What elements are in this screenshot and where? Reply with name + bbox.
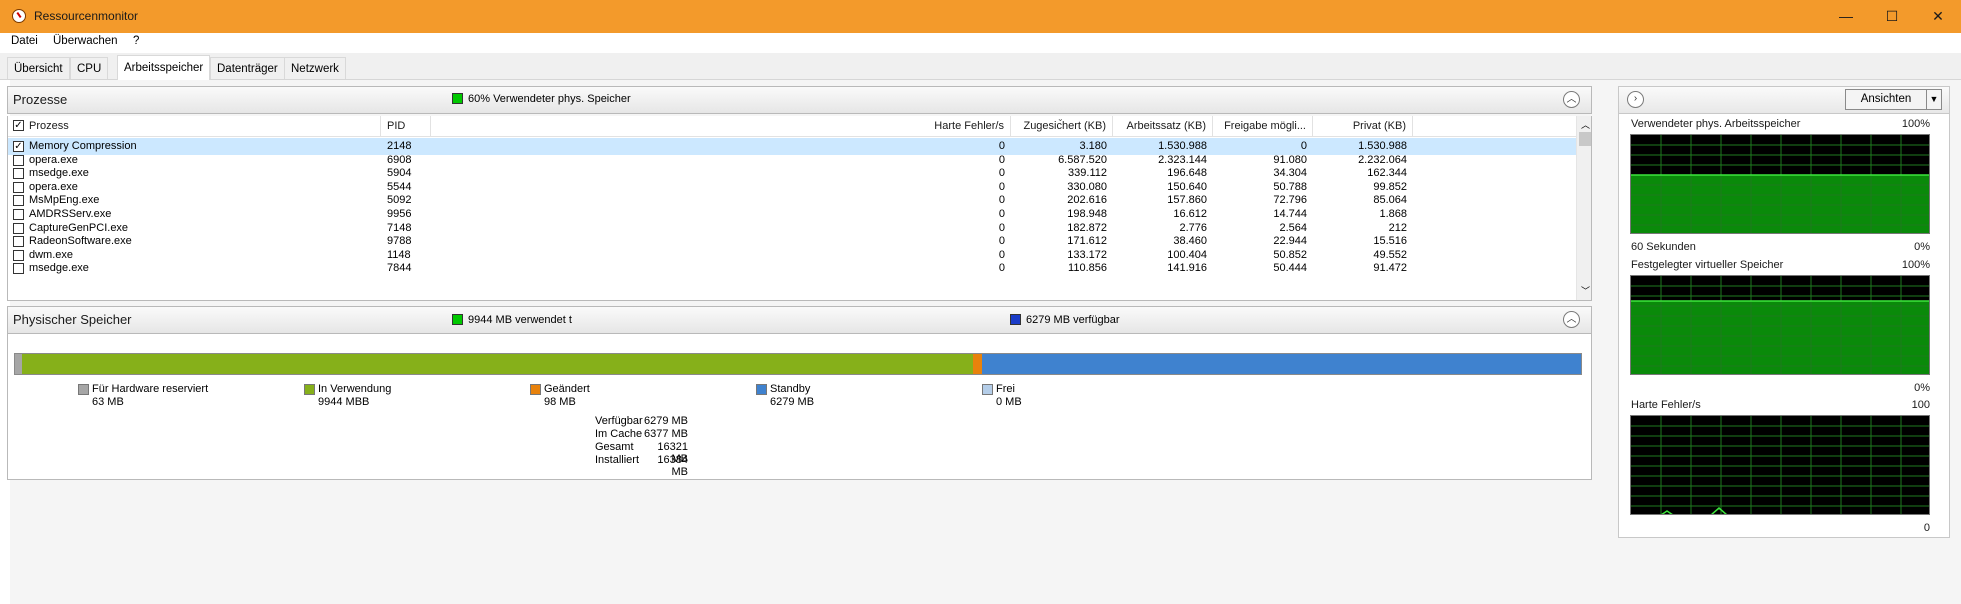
used-swatch [452,314,463,325]
resource-monitor-icon [12,9,26,23]
available-swatch [1010,314,1021,325]
window-title: Ressourcenmonitor [34,9,139,23]
process-shareable: 50.444 [1273,262,1307,275]
tab-disk[interactable]: Datenträger [210,57,285,79]
stat-label: Verfügbar [595,415,643,427]
views-button[interactable]: Ansichten [1845,89,1927,110]
col-shareable[interactable]: Freigabe mögli... [1213,116,1313,137]
table-row[interactable]: msedge.exe 7844 0 110.856 141.916 50.444 91.47… [8,260,1576,277]
graph-canvas [1630,275,1930,375]
graph-min: 0 [1923,522,1930,534]
legend-value: 9944 MBB [318,396,370,408]
graph-svg [1631,276,1929,374]
legend-label: Für Hardware reserviert [92,383,209,395]
legend-label: Standby [770,383,811,395]
expand-graphs-icon[interactable]: › [1627,91,1644,108]
process-commit: 110.856 [1068,262,1107,275]
col-private[interactable]: Privat (KB) [1313,116,1413,137]
graph-svg [1631,135,1929,233]
stat-label: Installiert [595,454,640,466]
maximize-button[interactable]: ☐ [1869,0,1915,33]
title-bar [0,0,1961,33]
tab-overview[interactable]: Übersicht [7,57,70,79]
graph-title: Harte Fehler/s [1631,399,1701,411]
process-scrollbar[interactable]: ︿ ﹀ [1576,116,1591,300]
stat-label: Gesamt [595,441,634,453]
tab-memory[interactable]: Arbeitsspeicher [117,55,211,80]
process-name: msedge.exe [29,262,89,275]
graph-max: 100% [1901,118,1930,130]
scroll-up-icon[interactable]: ︿ [1581,118,1590,131]
graph-svg [1631,416,1929,514]
tab-cpu[interactable]: CPU [70,57,109,79]
memory-bar [14,353,1582,375]
processes-header[interactable] [7,86,1592,114]
collapse-physical-button[interactable]: ︿ [1563,311,1580,328]
processes-title: Prozesse [13,92,68,107]
col-working-set[interactable]: Arbeitssatz (KB) [1113,116,1213,137]
collapse-processes-button[interactable]: ︿ [1563,91,1580,108]
legend-label: Geändert [544,383,590,395]
available-summary: 6279 MB verfügbar [1026,314,1120,326]
menu-monitor[interactable]: Überwachen [53,35,118,47]
scroll-thumb[interactable] [1579,132,1591,146]
minimize-button[interactable]: — [1823,0,1869,33]
process-private: 91.472 [1373,262,1407,275]
col-hard-faults[interactable]: Harte Fehler/s [911,116,1011,137]
physical-memory-header[interactable] [7,306,1592,334]
legend-value: 0 MB [996,396,1022,408]
memory-bar-inuse [22,354,973,374]
physical-memory-title: Physischer Speicher [13,312,132,327]
legend-swatch [304,384,315,395]
memory-bar-hardware [15,354,23,374]
legend-label: In Verwendung [318,383,392,395]
menu-bar [0,33,1961,53]
close-button[interactable]: ✕ [1915,0,1961,33]
processes-summary: 60% Verwendeter phys. Speicher [468,93,631,105]
scroll-down-icon[interactable]: ﹀ [1581,284,1590,297]
process-hard-faults: 0 [998,262,1005,275]
used-memory-swatch [452,93,463,104]
memory-bar-standby [981,354,1581,374]
menu-help[interactable]: ? [133,35,139,47]
legend-value: 63 MB [92,396,124,408]
views-dropdown-icon[interactable]: ▼ [1926,89,1942,110]
legend-swatch [756,384,767,395]
legend-swatch [78,384,89,395]
graph-min: 0% [1914,241,1930,253]
legend-value: 98 MB [544,396,576,408]
graph-max: 100 [1911,399,1930,411]
process-pid: 7844 [387,262,412,275]
legend-swatch [530,384,541,395]
col-process[interactable]: Prozess [23,116,381,137]
tab-network[interactable]: Netzwerk [284,57,346,79]
stat-value: 16384 MB [657,454,688,478]
stat-value: 6279 MB [643,415,688,427]
process-working-set: 141.916 [1167,262,1207,275]
col-pid[interactable]: PID [381,116,431,137]
legend-value: 6279 MB [770,396,815,408]
graph-title: Festgelegter virtueller Speicher [1631,259,1784,271]
graph-canvas [1630,415,1930,515]
legend-swatch [982,384,993,395]
used-summary: 9944 MB verwendet t [468,314,572,326]
physical-memory-panel: Für Hardware reserviert 63 MB In Verwendun… [7,334,1592,480]
graph-title: Verwendeter phys. Arbeitsspeicher [1631,118,1801,130]
graph-max: 100% [1901,259,1930,271]
memory-bar-modified [972,354,982,374]
processes-table: ✓ Prozess PID Harte Fehler/s Zugesichert… [7,116,1592,301]
graph-min: 0% [1914,382,1930,394]
graph-canvas [1630,134,1930,234]
sort-arrow-icon: ⌄ [1057,116,1064,123]
legend-label: Frei [996,383,1015,395]
stat-label: Im Cache [595,428,643,440]
stat-value: 6377 MB [643,428,688,440]
menu-file[interactable]: Datei [11,35,38,47]
graph-time-range: 60 Sekunden [1631,241,1696,253]
